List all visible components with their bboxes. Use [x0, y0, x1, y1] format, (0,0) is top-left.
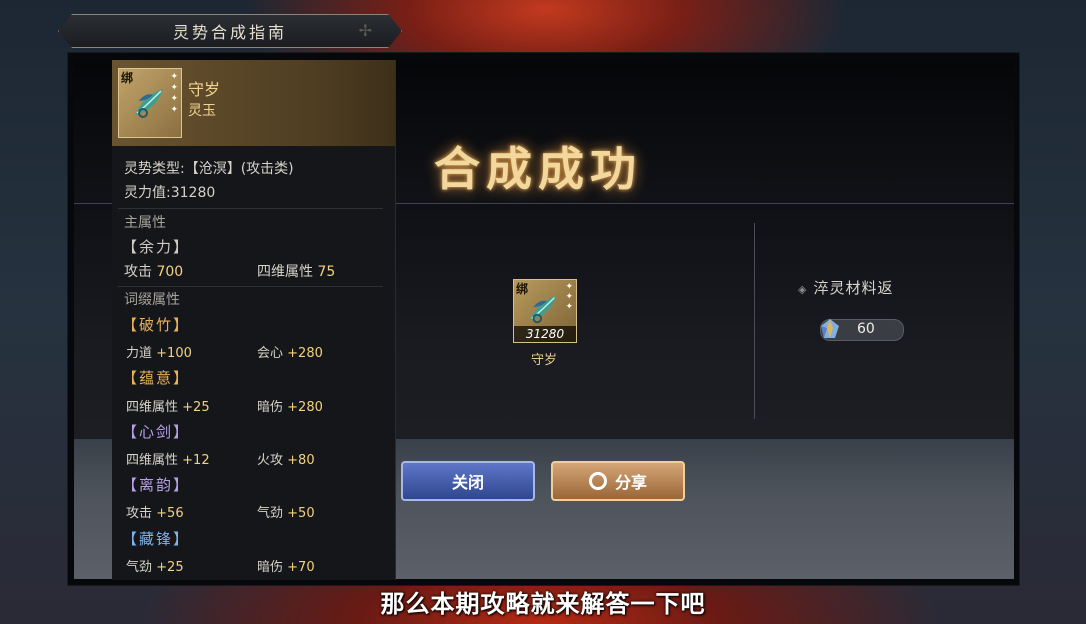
main-attr-header: 主属性 [124, 215, 166, 231]
affix-stat: 气劲 +50 [257, 506, 315, 521]
affix-stat: 暗伤 +280 [257, 400, 323, 415]
material-return-pill: 60 [820, 319, 904, 341]
affix-stat: 会心 +280 [257, 346, 323, 361]
main-attr-group: 【余力】 [122, 238, 191, 256]
star-icons: ✦ ✦ ✦ [565, 282, 573, 312]
affix-stat: 暗伤 +70 [257, 560, 315, 575]
affix-stat: 火攻 +80 [257, 453, 315, 468]
affix-stat: 四维属性 +25 [126, 400, 210, 415]
panel-item-name: 守岁 [188, 80, 221, 99]
spirit-type-line: 灵势类型:【沧溟】(攻击类) [124, 161, 294, 177]
affix-tag-3: 【心剑】 [122, 423, 191, 441]
panel-item-card: 绑 ✦ ✦ ✦ ✦ [118, 68, 182, 138]
affix-tag-1: 【破竹】 [122, 316, 191, 334]
item-detail-panel[interactable]: 绑 ✦ ✦ ✦ ✦ 守岁 灵玉 灵势类型:【沧溟】(攻击类) 灵力值:31280 主属… [112, 60, 396, 580]
material-return-amount: 60 [857, 321, 875, 337]
affix-stat: 四维属性 +12 [126, 453, 210, 468]
bamboo-leaf-icon: ✢ [358, 21, 375, 40]
synthesis-success-title: 合成成功 [434, 142, 642, 196]
material-return-label: ◈ 淬灵材料返 [798, 279, 894, 297]
affix-stat: 气劲 +25 [126, 560, 184, 575]
section-divider [118, 208, 383, 209]
jade-leaf-icon [135, 89, 163, 118]
guide-title-banner: 灵势合成指南 ✢ [58, 14, 402, 48]
item-power-value: 31280 [514, 326, 576, 342]
vertical-divider [754, 223, 755, 419]
jade-leaf-icon [529, 295, 557, 324]
share-icon [588, 472, 607, 490]
video-subtitle: 那么本期攻略就来解答一下吧 [380, 590, 706, 618]
affix-stat: 力道 +100 [126, 346, 192, 361]
result-item-card[interactable]: 绑 ✦ ✦ ✦ 31280 [513, 279, 577, 343]
main-stat-2: 四维属性 75 [257, 264, 336, 280]
affix-tag-5: 【藏锋】 [122, 530, 191, 548]
spirit-power-line: 灵力值:31280 [124, 185, 216, 201]
diamond-bullet-icon: ◈ [798, 283, 808, 296]
result-item-name: 守岁 [530, 353, 557, 368]
share-button[interactable]: 分享 [551, 461, 685, 501]
affix-tag-4: 【离韵】 [122, 476, 191, 494]
main-stat-1: 攻击 700 [124, 264, 184, 280]
guide-title: 灵势合成指南 [172, 23, 287, 42]
section-divider [118, 286, 383, 287]
crystal-material-icon [821, 319, 839, 338]
panel-item-category: 灵玉 [188, 103, 216, 119]
star-icons: ✦ ✦ ✦ ✦ [170, 72, 178, 115]
affix-tag-2: 【蕴意】 [122, 369, 191, 387]
affix-attr-header: 词缀属性 [124, 292, 180, 308]
close-button[interactable]: 关闭 [401, 461, 535, 501]
affix-stat: 攻击 +56 [126, 506, 184, 521]
